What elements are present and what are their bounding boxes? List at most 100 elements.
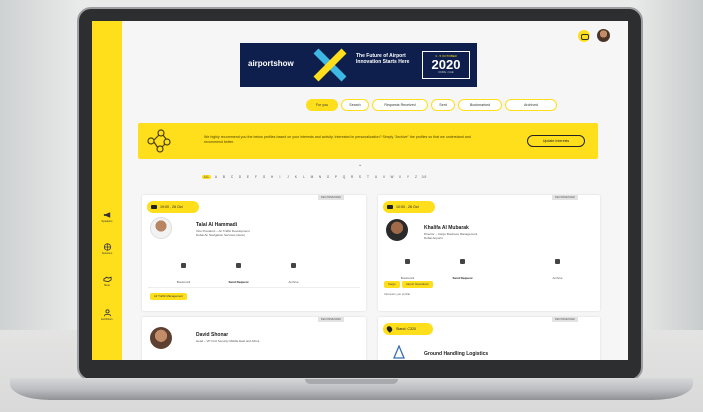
background-right — [633, 0, 703, 330]
bookmark-icon — [405, 259, 410, 264]
alphabet-letter[interactable]: 0-9 — [421, 175, 427, 179]
alphabet-letter[interactable]: A — [213, 175, 219, 179]
alphabet-letter[interactable]: W — [389, 175, 395, 179]
alphabet-letter[interactable]: S — [357, 175, 363, 179]
alphabet-letter[interactable]: J — [285, 175, 291, 179]
bookmark-icon — [181, 263, 186, 268]
recommended-tag: RECOMMENDED — [318, 195, 344, 200]
banner-dates: 3 - 5 OCTOBER 2020 DUBAI • UAE — [422, 51, 470, 79]
profile-name: Talal Al Hammadi — [196, 222, 238, 228]
user-avatar[interactable] — [597, 29, 610, 42]
sidebar-item-exhibitors[interactable]: Exhibitors — [92, 309, 122, 321]
bookmark-label: Bookmark — [400, 276, 415, 280]
alphabet-letter[interactable]: Z — [413, 175, 419, 179]
alphabet-letter[interactable]: O — [325, 175, 331, 179]
update-interests-button[interactable]: Update Interests — [527, 135, 585, 147]
alphabet-letter[interactable]: E — [245, 175, 251, 179]
archive-label: Archive — [552, 276, 563, 280]
alphabet-letter[interactable]: B — [221, 175, 227, 179]
chat-notification-icon[interactable] — [578, 30, 590, 42]
interest-chip[interactable]: Cargo — [384, 281, 400, 288]
card-note: Interests you profile — [384, 292, 411, 296]
alphabet-letter[interactable]: U — [373, 175, 379, 179]
profile-role: Director – Cargo Business Management Dub… — [424, 232, 478, 240]
avatar — [150, 327, 172, 349]
globe-icon — [103, 243, 111, 251]
company-name: Ground Handling Logistics — [424, 351, 489, 357]
card-actions: Bookmark Send Request Archive — [156, 263, 321, 288]
banner-brand: airportshow — [248, 59, 294, 68]
alphabet-letter[interactable]: ALL — [202, 175, 211, 179]
alphabet-letter[interactable]: R — [349, 175, 355, 179]
recommended-tag: RECOMMENDED — [552, 317, 578, 322]
video-camera-icon — [151, 205, 157, 209]
archive-button[interactable]: Archive — [266, 263, 321, 288]
sidebar-item-meet[interactable]: Meet — [92, 275, 122, 287]
tab-for-you[interactable]: For you — [306, 99, 338, 111]
send-request-button[interactable]: Send Request — [211, 263, 266, 288]
chevron-down-icon[interactable]: ⌄ — [358, 162, 362, 168]
profile-card[interactable]: RECOMMENDED David Shonar Head – VP Civil… — [142, 317, 366, 360]
alphabet-letter[interactable]: G — [261, 175, 267, 179]
laptop-notch — [305, 379, 398, 384]
archive-icon — [291, 263, 296, 268]
profile-role: Vice President – Air Traffic Development… — [196, 229, 250, 237]
background-left — [0, 0, 80, 330]
tab-search[interactable]: Search — [341, 99, 369, 111]
event-x-logo-icon — [313, 48, 347, 82]
archive-button[interactable]: Archive — [530, 259, 585, 284]
profile-card[interactable]: 19:00 , 26 Oct RECOMMENDED Talal Al Hamm… — [142, 195, 366, 311]
alphabet-letter[interactable]: D — [237, 175, 243, 179]
meeting-time: 19:00 , 26 Oct — [160, 205, 183, 209]
tab-archived[interactable]: Archived — [505, 99, 557, 111]
banner-year: 2020 — [431, 57, 461, 72]
alphabet-letter[interactable]: H — [269, 175, 275, 179]
handshake-icon — [102, 276, 112, 283]
location-pin-icon — [385, 325, 394, 333]
sidebar-item-speakers[interactable]: Speakers — [92, 211, 122, 223]
alphabet-letter[interactable]: X — [397, 175, 403, 179]
tab-sent[interactable]: Sent — [431, 99, 455, 111]
alphabet-letter[interactable]: T — [365, 175, 371, 179]
tab-bar: For you Search Requests Received Sent Bo… — [306, 99, 557, 111]
alphabet-letter[interactable]: Y — [405, 175, 411, 179]
person-icon — [103, 309, 111, 317]
alphabet-letter[interactable]: C — [229, 175, 235, 179]
send-request-label: Send Request — [452, 276, 473, 280]
alphabet-letter[interactable]: Q — [341, 175, 347, 179]
alphabet-letter[interactable]: K — [293, 175, 299, 179]
profile-name: Khalifa Al Mubarak — [424, 225, 469, 231]
banner-venue: DUBAI • UAE — [438, 71, 454, 74]
send-request-label: Send Request — [228, 280, 249, 284]
recommendation-panel: We highly recommend you the below profil… — [138, 123, 598, 159]
alphabet-filter: ALL A B C D E F G H I J K L M N O P Q R S T U V W X Y Z 0-9 — [202, 175, 427, 179]
sidebar-item-sessions[interactable]: Sessions — [92, 243, 122, 255]
event-banner[interactable]: airportshow The Future of Airport Innova… — [240, 43, 477, 87]
tab-requests-received[interactable]: Requests Received — [372, 99, 428, 111]
bookmark-label: Bookmark — [176, 280, 191, 284]
meeting-time-pill: 10:00 , 26 Oct — [383, 201, 435, 213]
send-request-button[interactable]: Send Request — [435, 259, 490, 284]
stand-number: Stand: C320 — [396, 327, 416, 331]
alphabet-letter[interactable]: M — [309, 175, 315, 179]
avatar — [150, 217, 172, 239]
alphabet-letter[interactable]: P — [333, 175, 339, 179]
sidebar-item-label: Sessions — [101, 252, 113, 255]
recommendation-text: We highly recommend you the below profil… — [204, 135, 471, 144]
meeting-time-pill: 19:00 , 26 Oct — [147, 201, 199, 213]
meeting-time: 10:00 , 26 Oct — [396, 205, 419, 209]
alphabet-letter[interactable]: I — [277, 175, 283, 179]
alphabet-letter[interactable]: L — [301, 175, 307, 179]
alphabet-letter[interactable]: F — [253, 175, 259, 179]
exhibitor-card[interactable]: Stand: C320 RECOMMENDED Ground Handling … — [378, 317, 600, 360]
megaphone-icon — [103, 212, 110, 218]
alphabet-letter[interactable]: V — [381, 175, 387, 179]
send-request-icon — [460, 259, 465, 264]
archive-label: Archive — [288, 280, 299, 284]
tab-bookmarked[interactable]: Bookmarked — [458, 99, 502, 111]
interest-chip[interactable]: Airport Operations — [402, 281, 433, 288]
alphabet-letter[interactable]: N — [317, 175, 323, 179]
bookmark-button[interactable]: Bookmark — [156, 263, 211, 288]
interest-chip[interactable]: Air Traffic Management — [150, 293, 187, 300]
profile-card[interactable]: 10:00 , 26 Oct RECOMMENDED Khalifa Al Mu… — [378, 195, 600, 311]
